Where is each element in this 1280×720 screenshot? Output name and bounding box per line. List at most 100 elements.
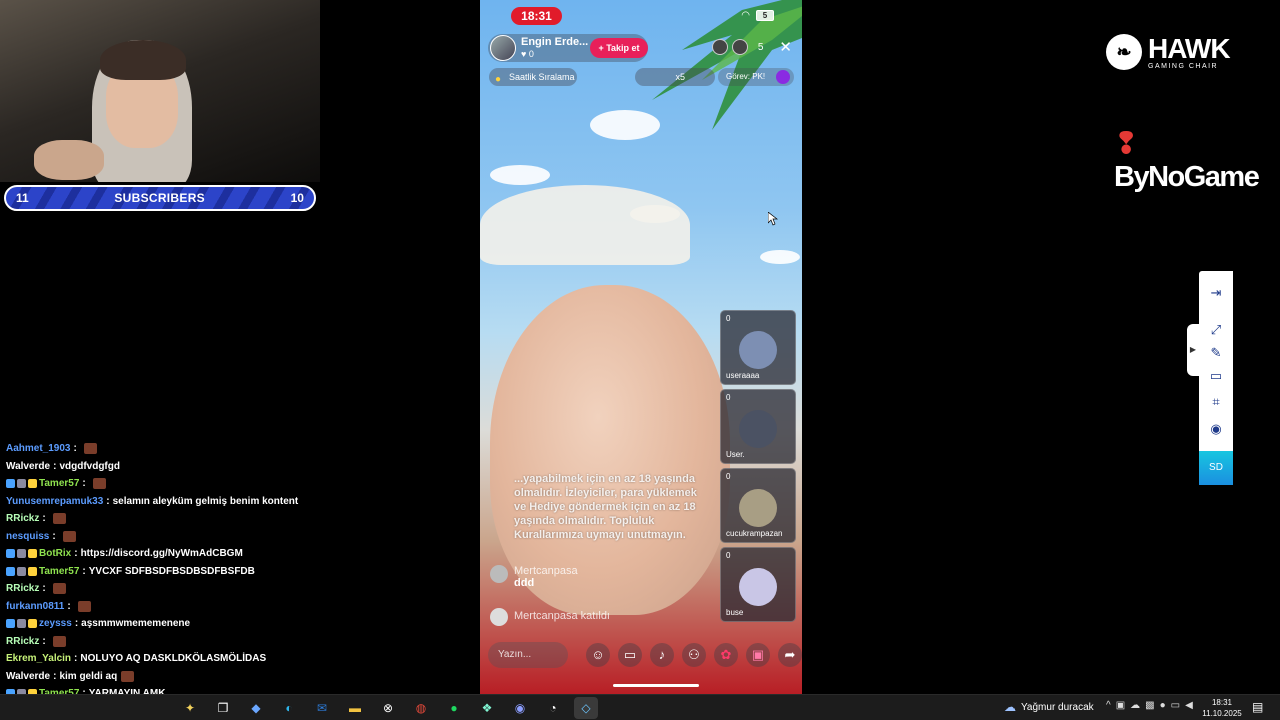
crop-icon[interactable]: ⌗ [1199,391,1233,413]
host-name: Engin Erde... [521,36,589,48]
copilot-icon[interactable]: ◆ [244,697,268,719]
gift-icon[interactable]: ▣ [746,643,770,667]
weather-text: Yağmur duracak [1021,701,1094,713]
guest-name: User. [726,450,745,459]
chat-separator: : [82,478,86,489]
task-button[interactable]: Görev: PK! [718,68,794,86]
chat-badge-icon [17,566,26,576]
taskbar-clock[interactable]: 18:31 11.10.2025 [1200,697,1244,719]
chat-line: Walverde: vdgdfvdgfgd [6,458,476,476]
host-avatar[interactable] [490,35,516,61]
chat-username[interactable]: Walverde [6,668,50,686]
toolbar-collapse-tab[interactable]: ▶ [1187,324,1199,376]
chat-message: aşsmmwmememenene [81,618,191,629]
hourly-ranking-button[interactable]: ● Saatlik Sıralama [489,68,577,86]
status-time: 18:31 [511,7,562,25]
chat-username[interactable]: Aahmet_1903 [6,440,70,458]
network-icon[interactable]: ▭ [1171,700,1180,711]
chat-username[interactable]: BotRix [39,545,71,563]
status-icons: ◠ 5 [741,10,774,21]
mic-icon[interactable]: ● [1160,700,1166,711]
sd-button[interactable]: SD [1199,451,1233,485]
tray-app-icon[interactable]: ☁ [1130,700,1140,711]
guests-icon[interactable]: ⚇ [682,643,706,667]
follow-button[interactable]: + Takip et [590,38,648,58]
subscribers-label: SUBSCRIBERS [114,191,205,205]
emote-icon [52,635,66,647]
tray-app-icon[interactable]: ▩ [1145,700,1154,711]
chat-line: furkann0811: [6,598,476,616]
record-icon[interactable]: ◉ [1199,418,1233,440]
chat-username[interactable]: Ekrem_Yalcin [6,650,71,668]
chat-badge-icon [17,619,26,629]
screen-tool-icon[interactable]: ◇ [574,697,598,719]
comment-input[interactable]: Yazın... [488,642,568,668]
chat-line: Tamer57: [6,475,476,493]
system-tray: ^ ▣ ☁ ▩ ● ▭ ◀ [1106,700,1193,711]
chat-separator: : [53,670,57,682]
guest-card[interactable]: 0 cucukrampazan [720,468,796,543]
emote-icon [52,513,66,525]
guest-card[interactable]: 0 buse [720,547,796,622]
chat-username[interactable]: Tamer57 [39,563,79,581]
weather-widget[interactable]: ☁ Yağmur duracak [1004,700,1094,714]
chat-username[interactable]: nesquiss [6,528,49,546]
viewer-avatar[interactable] [711,39,728,55]
spotify-icon[interactable]: ● [442,697,466,719]
chat-line: Yunusemrepamuk33: selamın aleyküm gelmiş … [6,493,476,511]
join-notice: Mertcanpasa katıldı [490,608,610,626]
chat-message: vdgdfvdgfgd [59,460,120,472]
streamlabs-icon[interactable]: ❖ [475,697,499,719]
chat-username[interactable]: Tamer57 [39,475,79,493]
gift-multiplier[interactable]: x5 [635,68,715,86]
guest-avatar[interactable] [739,410,777,448]
chat-username[interactable]: zeysss [39,615,72,633]
chat-badge-icon [6,619,15,629]
discord-icon[interactable]: ◉ [508,697,532,719]
chat-separator: : [74,653,78,664]
window-icon[interactable]: ▭ [1199,365,1233,387]
guest-avatar[interactable] [739,331,777,369]
viewer-avatar[interactable] [731,39,748,55]
chat-username[interactable]: Walverde [6,458,50,476]
edge-icon[interactable]: ◐ [277,697,301,719]
outlook-icon[interactable]: ✉ [310,697,334,719]
chevron-up-icon[interactable]: ^ [1106,700,1111,711]
viewer-list[interactable]: 5 ✕ [711,38,792,56]
task-view-icon[interactable]: ❐ [211,697,235,719]
tray-app-icon[interactable]: ▣ [1116,700,1125,711]
chat-separator: : [82,565,86,577]
mic-icon[interactable]: ♪ [650,643,674,667]
guest-card[interactable]: 0 User. [720,389,796,464]
file-explorer-icon[interactable]: ▬ [343,697,367,719]
volume-icon[interactable]: ◀ [1185,700,1193,711]
rain-cloud-icon: ☁ [1004,700,1016,714]
exit-icon[interactable]: ⇥ [1199,282,1233,304]
pen-icon[interactable]: ✎ [1199,342,1233,364]
copilot-sparkle-icon[interactable]: ✦ [178,697,202,719]
chrome-icon[interactable]: ◍ [409,697,433,719]
expand-icon[interactable]: ⤢ [1199,319,1233,341]
notification-icon[interactable]: ▤ [1252,700,1263,714]
share-icon[interactable]: ➦ [778,643,802,667]
guest-card[interactable]: 0 useraaaa [720,310,796,385]
obs-icon[interactable]: ◔ [541,697,565,719]
chat-badge-icon [28,549,37,559]
guest-avatar[interactable] [739,568,777,606]
screenshot-toolbar: ⇥ ⤢ ✎ ▭ ⌗ ◉ SD [1199,271,1233,485]
chat-line: nesquiss: [6,528,476,546]
chat-separator: : [42,635,46,647]
chat-username[interactable]: furkann0811 [6,598,64,616]
close-icon[interactable]: ✕ [779,38,792,56]
emoji-icon[interactable]: ☺ [586,643,610,667]
video-off-icon[interactable]: ▭ [618,643,642,667]
chat-username[interactable]: RRickz [6,510,39,528]
chat-username[interactable]: RRickz [6,633,39,651]
chat-username[interactable]: Yunusemrepamuk33 [6,493,103,511]
chat-username[interactable]: RRickz [6,580,39,598]
home-indicator[interactable] [613,684,699,687]
rose-icon[interactable]: ✿ [714,643,738,667]
chat-comment: Mertcanpasa ddd [490,565,578,589]
guest-avatar[interactable] [739,489,777,527]
xbox-icon[interactable]: ⊗ [376,697,400,719]
